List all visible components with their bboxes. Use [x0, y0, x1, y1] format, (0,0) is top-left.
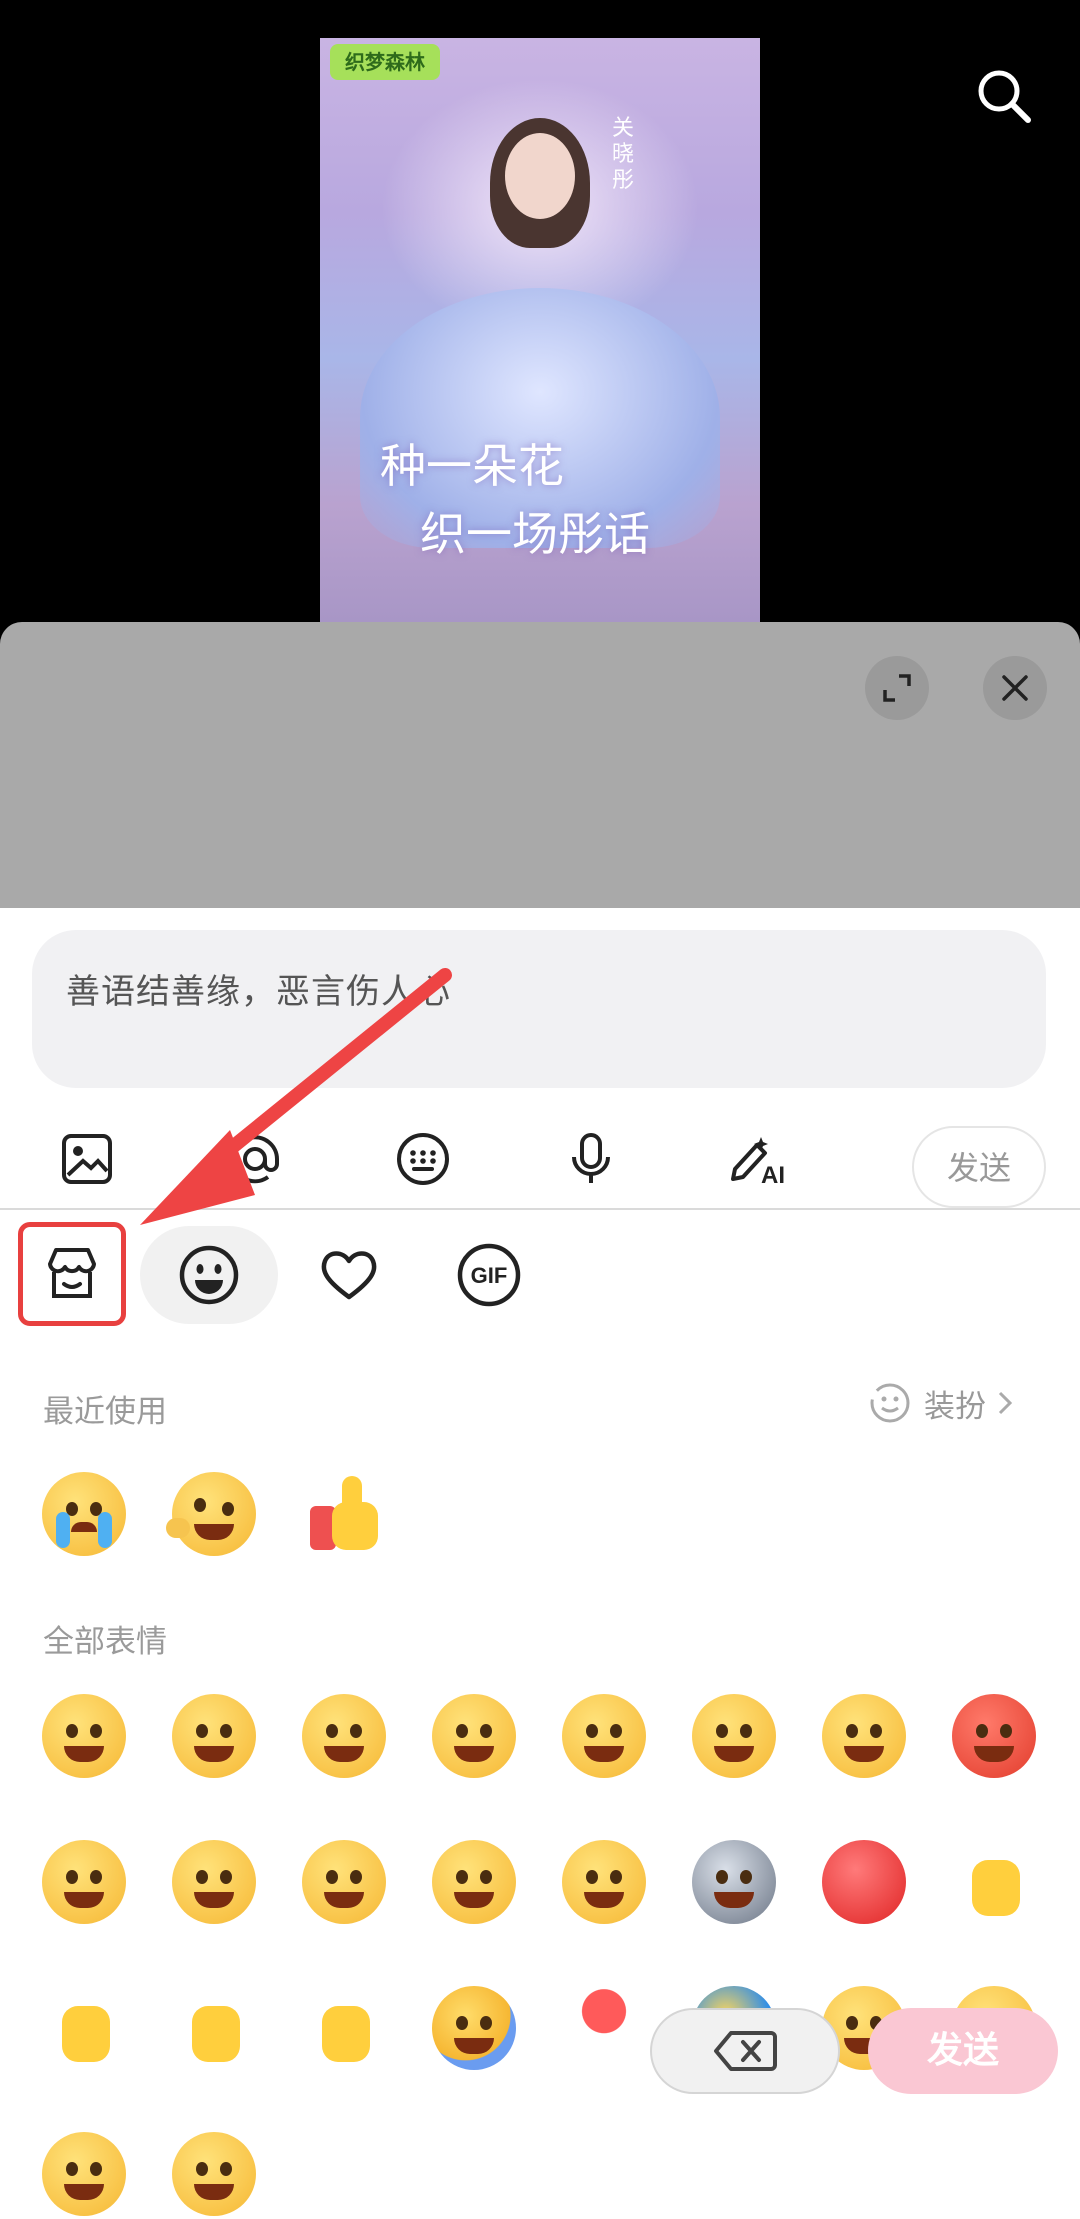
comment-sheet-header	[0, 622, 1080, 908]
emoji-pressed-hands[interactable]	[42, 2132, 126, 2216]
sticker-tabs: GIF	[0, 1220, 1080, 1330]
emoji-rose[interactable]	[562, 1986, 646, 2070]
svg-text:AI: AI	[761, 1162, 785, 1187]
poster-actress-name: 关晓彤	[612, 116, 635, 193]
emoji-sweat-grin[interactable]	[172, 1840, 256, 1924]
expand-button[interactable]	[865, 656, 929, 720]
dressup-face-icon	[870, 1383, 910, 1423]
emoji-laughing-rolling[interactable]	[166, 1472, 256, 1556]
sticker-shop-icon	[48, 1248, 96, 1298]
comment-input-panel: 善语结善缘，恶言伤人心 AI 发送 GIF 最近使用 装扮 全部表情 发送	[0, 908, 1080, 2219]
emoji-overwhelmed[interactable]	[172, 2132, 256, 2216]
emoji-clapping[interactable]	[172, 1986, 256, 2070]
emoji-kiss-heart-eyes[interactable]	[172, 1694, 256, 1778]
emoji-tongue-wink[interactable]	[432, 1840, 516, 1924]
send-button[interactable]: 发送	[912, 1126, 1046, 1208]
all-section-title: 全部表情	[43, 1624, 167, 1660]
poster-slogan-line1: 种一朵花	[380, 439, 564, 493]
dressup-label: 装扮	[924, 1388, 986, 1425]
emoji-smile[interactable]	[42, 1694, 126, 1778]
image-icon[interactable]	[54, 1126, 120, 1192]
emoji-finger-heart[interactable]	[952, 1840, 1036, 1924]
close-icon	[1002, 675, 1028, 701]
keyboard-icon[interactable]	[390, 1126, 456, 1192]
delete-button[interactable]	[650, 2008, 840, 2094]
emoji-husky[interactable]	[692, 1840, 776, 1924]
microphone-icon[interactable]	[558, 1126, 624, 1192]
emoji-crying[interactable]	[692, 1694, 776, 1778]
emoji-thumbs-up[interactable]	[302, 1472, 386, 1556]
emoji-laughing-tears[interactable]	[822, 1694, 906, 1778]
mention-icon[interactable]	[222, 1126, 288, 1192]
comment-placeholder: 善语结善缘，恶言伤人心	[66, 972, 451, 1012]
emoji-annoyed[interactable]	[432, 1694, 516, 1778]
comment-input[interactable]: 善语结善缘，恶言伤人心	[32, 930, 1046, 1088]
emoji-content[interactable]	[302, 1840, 386, 1924]
video-area[interactable]: 织梦森林 关晓彤 种一朵花 织一场彤话	[0, 0, 1080, 622]
gif-icon: GIF	[457, 1243, 521, 1307]
divider	[0, 1208, 1080, 1210]
emoji-face-icon	[179, 1245, 239, 1305]
send-emoji-button[interactable]: 发送	[868, 2008, 1058, 2094]
emoji-red-heart[interactable]	[822, 1840, 906, 1924]
tab-gif[interactable]: GIF	[440, 1226, 538, 1324]
dressup-link[interactable]: 装扮	[868, 1378, 1014, 1428]
chevron-right-icon	[998, 1391, 1013, 1415]
tab-emoji[interactable]	[140, 1226, 278, 1324]
tab-heart[interactable]	[300, 1226, 398, 1324]
emoji-thumbs-up[interactable]	[42, 1986, 126, 2070]
poster-logo: 织梦森林	[330, 44, 440, 80]
search-icon[interactable]	[974, 66, 1034, 126]
heart-icon	[321, 1251, 377, 1300]
emoji-pray[interactable]	[302, 1986, 386, 2070]
emoji-grin[interactable]	[42, 1840, 126, 1924]
poster-slogan-line2: 织一场彤话	[420, 507, 650, 561]
emoji-yawn[interactable]	[562, 1694, 646, 1778]
poster-image: 织梦森林 关晓彤 种一朵花 织一场彤话	[320, 38, 760, 622]
emoji-shocked-sweat[interactable]	[302, 1694, 386, 1778]
emoji-crying[interactable]	[42, 1472, 126, 1556]
close-button[interactable]	[983, 656, 1047, 720]
svg-text:GIF: GIF	[471, 1263, 508, 1288]
tab-sticker-shop[interactable]	[18, 1222, 126, 1326]
ai-pen-icon[interactable]: AI	[726, 1126, 792, 1192]
recent-section-title: 最近使用	[43, 1394, 167, 1430]
emoji-heart-eyes-drool[interactable]	[562, 1840, 646, 1924]
emoji-angry[interactable]	[952, 1694, 1036, 1778]
emoji-hug[interactable]	[432, 1986, 516, 2070]
backspace-icon	[714, 2031, 777, 2071]
input-toolbar: AI 发送	[0, 1108, 1080, 1214]
expand-icon	[883, 674, 911, 702]
